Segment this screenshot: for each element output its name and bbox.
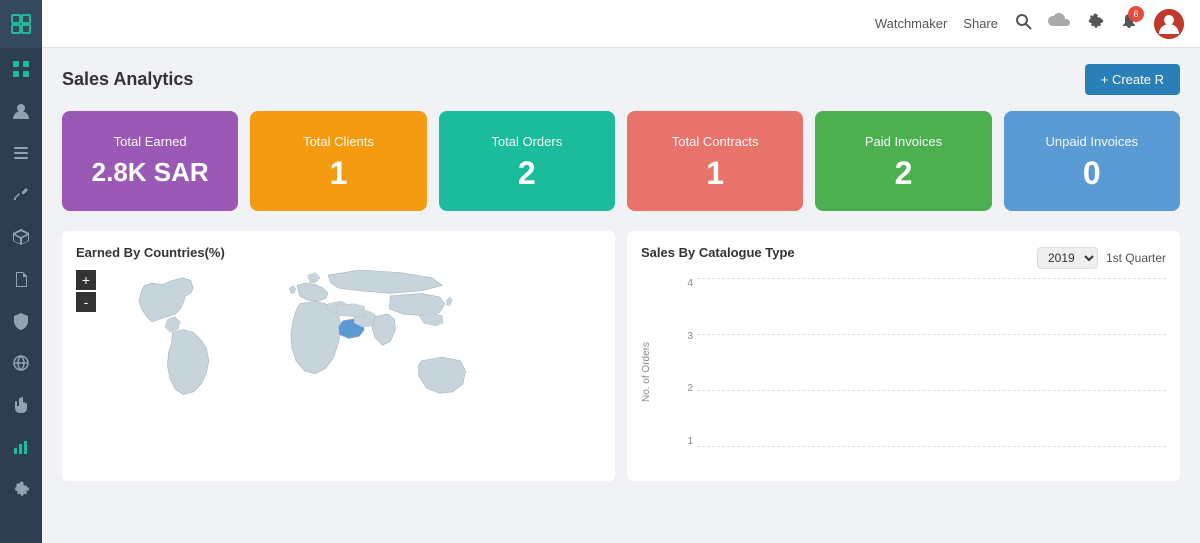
- stat-label-total-earned: Total Earned: [114, 134, 187, 149]
- topbar: Watchmaker Share 6: [42, 0, 1200, 48]
- stat-card-paid-invoices[interactable]: Paid Invoices 2: [815, 111, 991, 211]
- zoom-in-button[interactable]: +: [76, 270, 96, 290]
- notification-count: 6: [1128, 6, 1144, 22]
- chart-area: [697, 278, 1166, 467]
- chart-controls: 2019 2018 2020 1st Quarter: [1037, 247, 1166, 269]
- stat-value-number: 2.8K: [92, 157, 147, 187]
- page-title: Sales Analytics: [62, 69, 193, 90]
- bar-chart-card: Sales By Catalogue Type 2019 2018 2020 1…: [627, 231, 1180, 481]
- sidebar-item-hand[interactable]: [0, 384, 42, 426]
- stat-value-total-orders: 2: [518, 157, 536, 189]
- settings-icon[interactable]: [1086, 12, 1104, 35]
- stat-card-unpaid-invoices[interactable]: Unpaid Invoices 0: [1004, 111, 1180, 211]
- stat-card-total-orders[interactable]: Total Orders 2: [439, 111, 615, 211]
- map-card: Earned By Countries(%) + -: [62, 231, 615, 481]
- sidebar-logo[interactable]: [0, 0, 42, 48]
- stats-row: Total Earned 2.8K SAR Total Clients 1 To…: [62, 111, 1180, 211]
- y-label-4: 4: [657, 278, 697, 289]
- notification-bell[interactable]: 6: [1120, 12, 1138, 35]
- stat-value-paid-invoices: 2: [895, 157, 913, 189]
- share-label[interactable]: Share: [963, 16, 998, 31]
- map-title: Earned By Countries(%): [76, 245, 601, 260]
- sidebar-item-globe[interactable]: [0, 342, 42, 384]
- map-controls: + -: [76, 270, 96, 314]
- stat-value-total-earned: 2.8K SAR: [92, 157, 209, 188]
- sidebar: [0, 0, 42, 543]
- zoom-out-button[interactable]: -: [76, 292, 96, 312]
- sidebar-item-analytics[interactable]: [0, 426, 42, 468]
- stat-label-total-contracts: Total Contracts: [672, 134, 759, 149]
- watchmaker-label: Watchmaker: [875, 16, 947, 31]
- stat-value-unit: SAR: [147, 157, 209, 187]
- bar-chart: No. of Orders 4 3 2 1: [641, 278, 1166, 467]
- grid-line-3: [697, 334, 1166, 335]
- sidebar-item-users[interactable]: [0, 90, 42, 132]
- grid-line-4: [697, 278, 1166, 279]
- search-icon[interactable]: [1014, 12, 1032, 35]
- quarter-label: 1st Quarter: [1106, 251, 1166, 265]
- y-axis: 4 3 2 1: [657, 278, 697, 467]
- sidebar-item-settings[interactable]: [0, 468, 42, 510]
- sidebar-item-security[interactable]: [0, 300, 42, 342]
- create-button[interactable]: + Create R: [1085, 64, 1180, 95]
- stat-value-unpaid-invoices: 0: [1083, 157, 1101, 189]
- stat-label-total-clients: Total Clients: [303, 134, 374, 149]
- page-header: Sales Analytics + Create R: [62, 64, 1180, 95]
- y-label-1: 1: [657, 436, 697, 447]
- grid-lines: [697, 278, 1166, 467]
- sidebar-item-tools[interactable]: [0, 174, 42, 216]
- world-map: [76, 270, 601, 467]
- stat-label-total-orders: Total Orders: [491, 134, 562, 149]
- topbar-right: Watchmaker Share 6: [875, 9, 1184, 39]
- cloud-icon[interactable]: [1048, 12, 1070, 35]
- sidebar-item-list[interactable]: [0, 132, 42, 174]
- year-select[interactable]: 2019 2018 2020: [1037, 247, 1098, 269]
- stat-label-unpaid-invoices: Unpaid Invoices: [1046, 134, 1139, 149]
- stat-value-total-contracts: 1: [706, 157, 724, 189]
- stat-card-total-contracts[interactable]: Total Contracts 1: [627, 111, 803, 211]
- stat-card-total-earned[interactable]: Total Earned 2.8K SAR: [62, 111, 238, 211]
- charts-row: Earned By Countries(%) + -: [62, 231, 1180, 481]
- chart-header: Sales By Catalogue Type 2019 2018 2020 1…: [641, 245, 1166, 270]
- avatar[interactable]: [1154, 9, 1184, 39]
- main-content: Watchmaker Share 6 Sales Analytics: [42, 0, 1200, 543]
- map-container: + -: [76, 270, 601, 467]
- y-label-3: 3: [657, 331, 697, 342]
- stat-card-total-clients[interactable]: Total Clients 1: [250, 111, 426, 211]
- grid-line-1: [697, 446, 1166, 447]
- content-area: Sales Analytics + Create R Total Earned …: [42, 48, 1200, 543]
- sidebar-item-packages[interactable]: [0, 216, 42, 258]
- y-label-2: 2: [657, 383, 697, 394]
- chart-title: Sales By Catalogue Type: [641, 245, 795, 260]
- sidebar-item-dashboard[interactable]: [0, 48, 42, 90]
- sidebar-item-documents[interactable]: [0, 258, 42, 300]
- stat-value-total-clients: 1: [330, 157, 348, 189]
- grid-line-2: [697, 390, 1166, 391]
- y-axis-title: No. of Orders: [641, 342, 657, 402]
- stat-label-paid-invoices: Paid Invoices: [865, 134, 942, 149]
